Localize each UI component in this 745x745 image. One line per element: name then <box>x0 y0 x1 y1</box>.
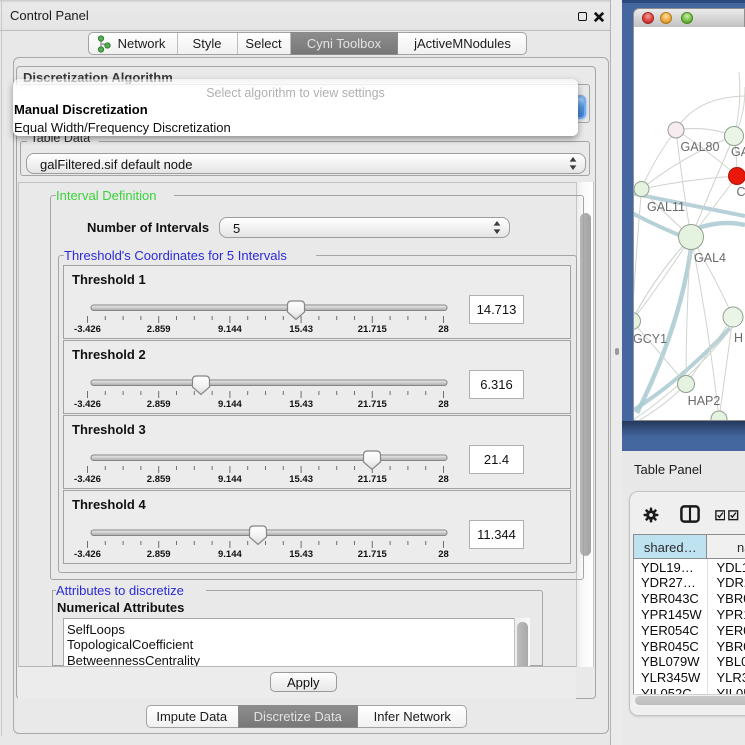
svg-text:9.144: 9.144 <box>218 549 242 560</box>
svg-text:C: C <box>737 185 745 199</box>
svg-text:GAL4: GAL4 <box>694 251 726 265</box>
svg-text:9.144: 9.144 <box>218 474 242 485</box>
svg-text:28: 28 <box>438 474 449 485</box>
svg-text:-3.426: -3.426 <box>74 549 101 560</box>
svg-text:15.43: 15.43 <box>289 399 313 410</box>
svg-text:GA: GA <box>731 145 745 159</box>
svg-text:15.43: 15.43 <box>289 474 313 485</box>
svg-text:2.859: 2.859 <box>147 549 171 560</box>
svg-text:2.859: 2.859 <box>147 324 171 335</box>
svg-text:21.715: 21.715 <box>358 324 388 335</box>
svg-text:28: 28 <box>438 399 449 410</box>
svg-text:15.43: 15.43 <box>289 549 313 560</box>
svg-text:GAL11: GAL11 <box>647 200 685 214</box>
svg-text:GAL80: GAL80 <box>681 140 720 154</box>
svg-text:21.715: 21.715 <box>358 549 388 560</box>
svg-text:2.859: 2.859 <box>147 474 171 485</box>
svg-text:-3.426: -3.426 <box>74 324 101 335</box>
svg-text:H: H <box>734 331 743 345</box>
svg-text:-3.426: -3.426 <box>74 474 101 485</box>
svg-text:15.43: 15.43 <box>289 324 313 335</box>
svg-text:-3.426: -3.426 <box>74 399 101 410</box>
svg-text:21.715: 21.715 <box>358 399 388 410</box>
svg-text:21.715: 21.715 <box>358 474 388 485</box>
svg-text:HAP2: HAP2 <box>688 394 721 408</box>
svg-text:28: 28 <box>438 324 449 335</box>
svg-text:28: 28 <box>438 549 449 560</box>
svg-text:9.144: 9.144 <box>218 324 242 335</box>
svg-text:9.144: 9.144 <box>218 399 242 410</box>
svg-text:GCY1: GCY1 <box>634 332 667 346</box>
svg-text:2.859: 2.859 <box>147 399 171 410</box>
